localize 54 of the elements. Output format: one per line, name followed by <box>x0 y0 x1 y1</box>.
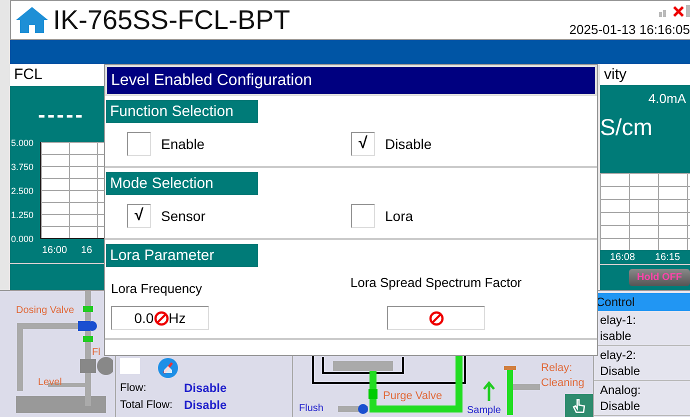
flush-label: Flush <box>299 403 324 414</box>
x-axis-label: 16:00 <box>42 244 68 256</box>
flow-field-label: Flow: <box>120 381 148 396</box>
input-field[interactable]: 0.0 Hz <box>111 306 209 330</box>
y-axis-label: 2.500 <box>11 186 35 196</box>
sample-pipe-drawing <box>504 363 540 417</box>
no-entry-icon <box>428 310 444 326</box>
unit-label: S/cm <box>600 114 654 142</box>
x-axis-label: 16:08 <box>610 252 636 262</box>
hand-pointer-icon <box>570 396 588 414</box>
checkbox[interactable] <box>127 132 151 156</box>
option-label: Enable <box>161 136 205 152</box>
y-axis-label: 3.750 <box>11 162 35 172</box>
y-axis-label: 5.000 <box>11 138 35 148</box>
option-label: Disable <box>385 136 432 152</box>
home-icon[interactable] <box>15 6 49 34</box>
app-title: IK-765SS-FCL-BPT <box>53 4 290 36</box>
checkbox[interactable] <box>351 204 375 228</box>
list-item[interactable]: Analog: Disable <box>594 381 690 416</box>
dialog-title: Level Enabled Configuration <box>105 65 597 96</box>
option-label: Lora <box>385 208 414 224</box>
reading-value: ----- <box>38 104 86 126</box>
checkbox[interactable]: √ <box>127 204 151 228</box>
up-arrow-icon <box>483 381 495 401</box>
flow-field-value: Disable <box>184 380 227 397</box>
y-axis-label: 0.000 <box>11 234 35 244</box>
panel-title: FCL <box>14 66 42 84</box>
touch-button[interactable] <box>565 394 593 417</box>
field-label: Lora Spread Spectrum Factor <box>350 275 522 290</box>
close-icon[interactable] <box>673 6 684 17</box>
level-label: Level <box>38 377 62 388</box>
no-entry-icon <box>154 310 169 326</box>
y-axis-label: 1.250 <box>11 210 35 220</box>
status-box <box>120 358 140 374</box>
flow-label: Fl <box>92 347 100 358</box>
section-header: Function Selection <box>106 100 258 123</box>
x-axis-label: 16:15 <box>654 252 680 262</box>
valve-label: Dosing Valve <box>16 305 74 316</box>
panel-title: vity <box>604 66 626 84</box>
relay-label: Relay: Cleaning <box>541 361 586 391</box>
input-field[interactable] <box>387 306 485 330</box>
date-time: 2025-01-13 16:16:05 <box>569 22 690 37</box>
flow-field-value: Disable <box>184 397 227 414</box>
x-axis-label: 16 <box>81 244 92 256</box>
output-current: 4.0mA <box>648 91 686 106</box>
checkbox[interactable]: √ <box>351 132 375 156</box>
sample-label: Sample <box>467 405 501 416</box>
disabled-icon <box>158 358 178 378</box>
option-label: Sensor <box>161 208 206 224</box>
section-header: Mode Selection <box>106 172 258 195</box>
section-header: Lora Parameter <box>106 244 258 267</box>
valve-label: Purge Valve <box>383 390 442 402</box>
flow-field-label: Total Flow: <box>120 398 174 413</box>
field-label: Lora Frequency <box>111 281 204 296</box>
